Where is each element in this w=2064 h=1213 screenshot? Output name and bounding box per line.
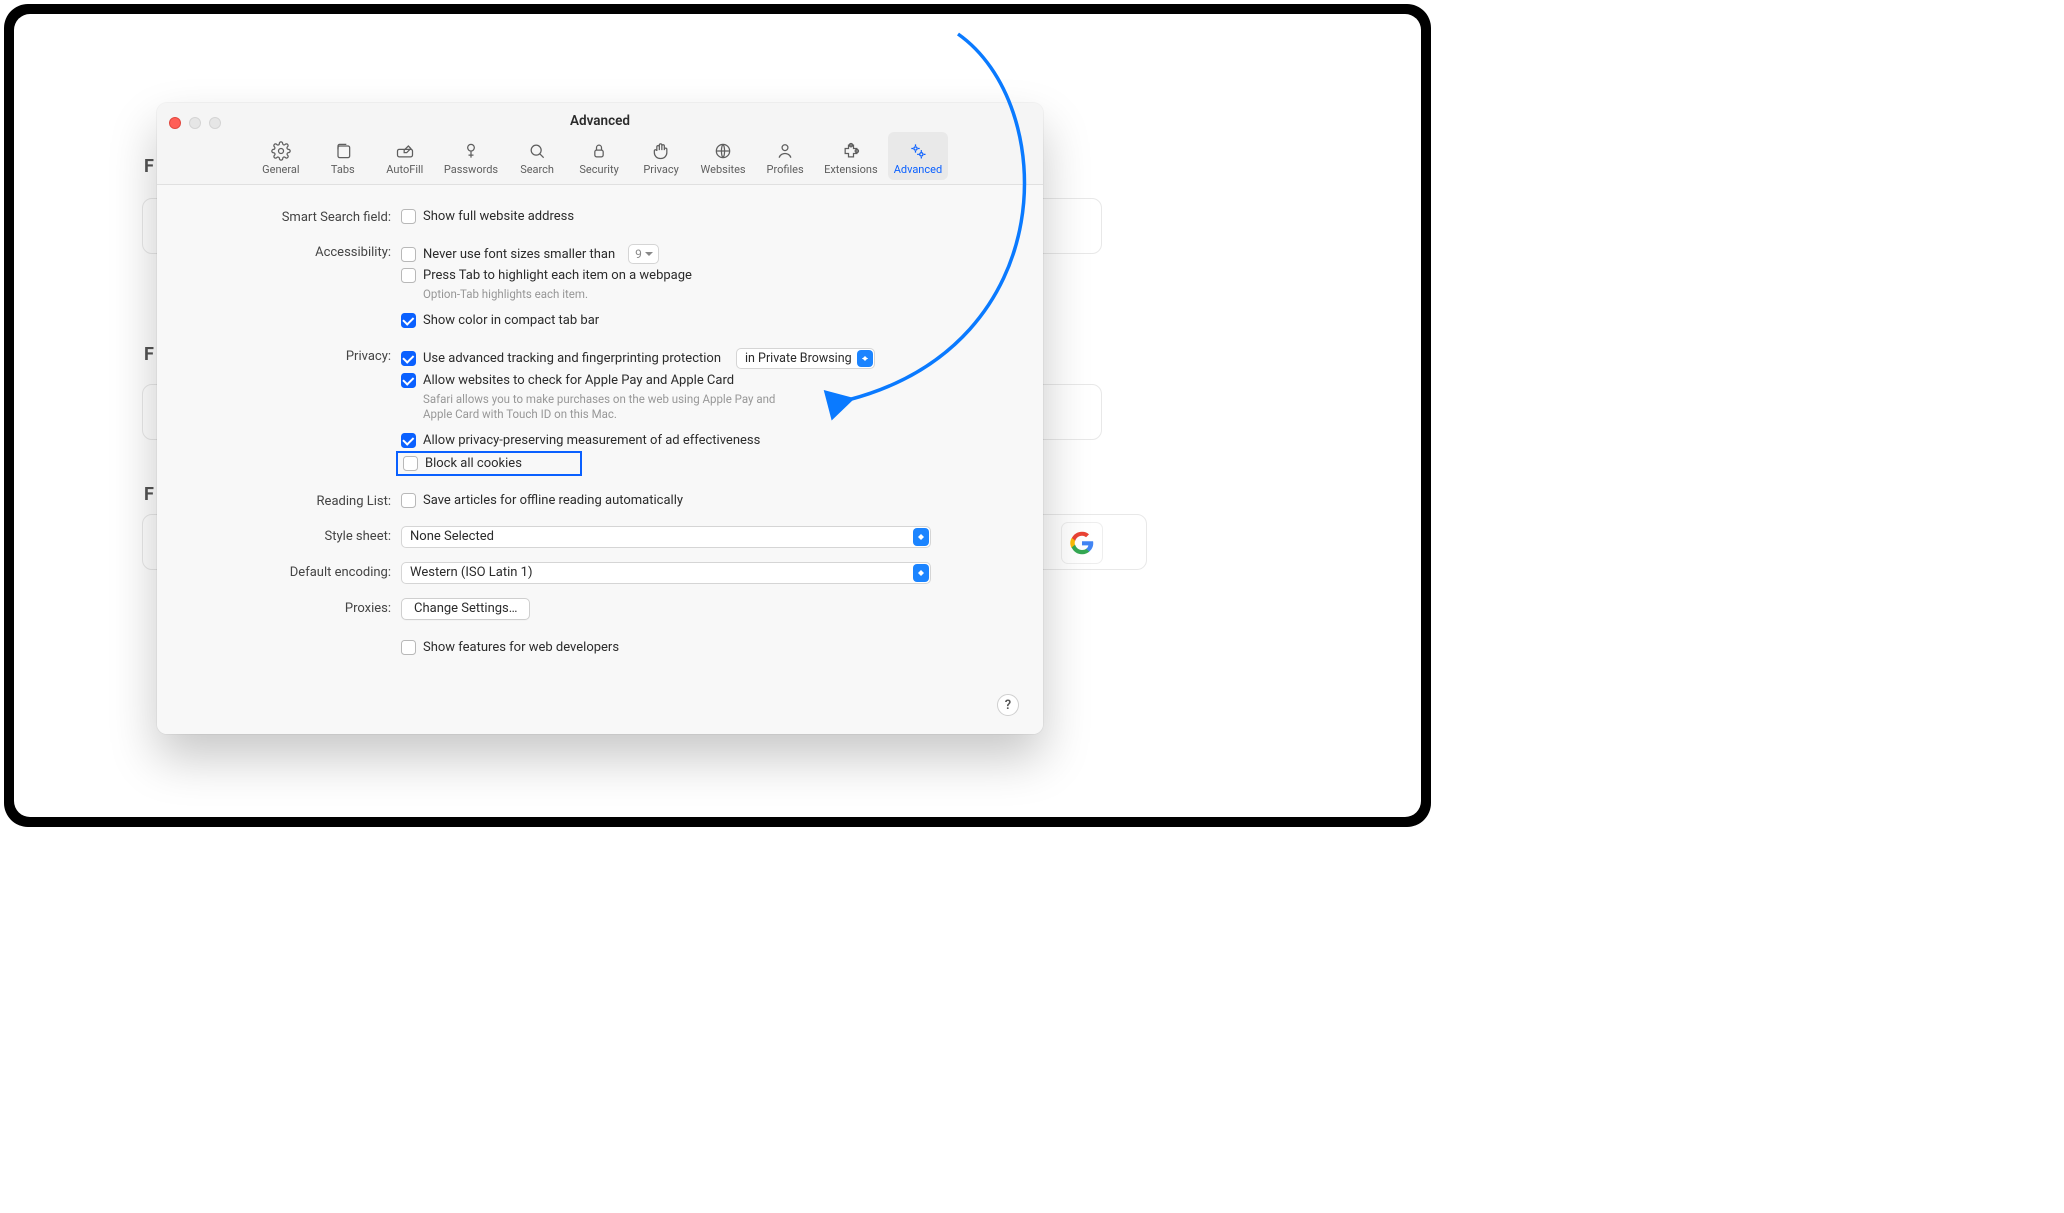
tab-label: Advanced	[894, 163, 942, 176]
background-letter: F	[144, 344, 154, 365]
gears-icon	[908, 141, 928, 161]
tab-label: Tabs	[331, 163, 355, 176]
zoom-window-button[interactable]	[209, 117, 221, 129]
show-full-address-text: Show full website address	[423, 209, 574, 224]
press-tab-checkbox[interactable]	[401, 268, 416, 283]
tab-label: Profiles	[767, 163, 804, 176]
apple-pay-checkbox[interactable]	[401, 373, 416, 388]
chevron-updown-icon	[913, 564, 929, 582]
chevron-updown-icon	[913, 528, 929, 546]
window-controls	[169, 117, 221, 129]
default-encoding-value: Western (ISO Latin 1)	[410, 565, 533, 580]
tab-label: Privacy	[643, 163, 679, 176]
style-sheet-label: Style sheet:	[181, 526, 401, 544]
block-cookies-checkbox[interactable]	[403, 456, 418, 471]
tab-general[interactable]: General	[252, 132, 310, 180]
min-font-size-checkbox[interactable]	[401, 247, 416, 262]
fingerprint-mode-value: in Private Browsing	[745, 351, 852, 366]
tab-extensions[interactable]: Extensions	[818, 132, 884, 180]
background-letter: F	[144, 484, 154, 505]
show-full-address-checkbox[interactable]	[401, 209, 416, 224]
tab-label: Security	[579, 163, 618, 176]
titlebar: Advanced General Tabs AutoFill Passwords	[157, 103, 1043, 185]
ad-measurement-text: Allow privacy-preserving measurement of …	[423, 433, 760, 448]
tab-label: General	[262, 163, 299, 176]
window-title: Advanced	[157, 103, 1043, 129]
tab-search[interactable]: Search	[508, 132, 566, 180]
background-letter: F	[144, 156, 154, 177]
tab-passwords[interactable]: Passwords	[438, 132, 504, 180]
tab-label: AutoFill	[386, 163, 423, 176]
tab-autofill[interactable]: AutoFill	[376, 132, 434, 180]
tab-privacy[interactable]: Privacy	[632, 132, 690, 180]
tabs-icon	[333, 141, 353, 161]
minimize-window-button[interactable]	[189, 117, 201, 129]
preferences-content: Smart Search field: Show full website ad…	[157, 185, 1043, 734]
tab-label: Passwords	[444, 163, 498, 176]
apple-pay-hint: Safari allows you to make purchases on t…	[401, 390, 781, 431]
dev-features-checkbox[interactable]	[401, 640, 416, 655]
pencil-box-icon	[395, 141, 415, 161]
default-encoding-select[interactable]: Western (ISO Latin 1)	[401, 562, 931, 584]
search-icon	[527, 141, 547, 161]
hand-icon	[651, 141, 671, 161]
tab-profiles[interactable]: Profiles	[756, 132, 814, 180]
press-tab-hint: Option-Tab highlights each item.	[401, 285, 931, 311]
dev-features-text: Show features for web developers	[423, 640, 619, 655]
ad-measurement-checkbox[interactable]	[401, 433, 416, 448]
close-window-button[interactable]	[169, 117, 181, 129]
tab-label: Search	[520, 163, 554, 176]
min-font-size-select[interactable]: 9	[628, 244, 659, 264]
compact-tab-color-text: Show color in compact tab bar	[423, 313, 599, 328]
accessibility-label: Accessibility:	[181, 242, 401, 260]
offline-reading-checkbox[interactable]	[401, 493, 416, 508]
chevron-updown-icon	[857, 350, 873, 367]
tab-label: Websites	[701, 163, 746, 176]
block-cookies-text: Block all cookies	[425, 456, 522, 471]
preferences-window: Advanced General Tabs AutoFill Passwords	[157, 103, 1043, 734]
preferences-tabs: General Tabs AutoFill Passwords Search	[157, 132, 1043, 180]
offline-reading-text: Save articles for offline reading automa…	[423, 493, 683, 508]
gear-icon	[271, 141, 291, 161]
change-proxy-settings-button[interactable]: Change Settings…	[401, 598, 530, 620]
globe-icon	[713, 141, 733, 161]
key-icon	[461, 141, 481, 161]
fingerprint-protection-checkbox[interactable]	[401, 351, 416, 366]
tab-label: Extensions	[824, 163, 878, 176]
tab-security[interactable]: Security	[570, 132, 628, 180]
lock-icon	[589, 141, 609, 161]
fingerprint-protection-text: Use advanced tracking and fingerprinting…	[423, 351, 721, 366]
tab-advanced[interactable]: Advanced	[888, 132, 948, 180]
fingerprint-protection-mode-select[interactable]: in Private Browsing	[736, 348, 875, 369]
google-icon	[1062, 523, 1102, 563]
block-cookies-highlight: Block all cookies	[396, 451, 582, 476]
safari-advanced-preferences-screenshot: F F F Advanced General	[4, 4, 1431, 827]
min-font-size-text: Never use font sizes smaller than	[423, 247, 615, 262]
tab-websites[interactable]: Websites	[694, 132, 752, 180]
style-sheet-select[interactable]: None Selected	[401, 526, 931, 548]
tab-tabs[interactable]: Tabs	[314, 132, 372, 180]
default-encoding-label: Default encoding:	[181, 562, 401, 580]
person-icon	[775, 141, 795, 161]
apple-pay-text: Allow websites to check for Apple Pay an…	[423, 373, 734, 388]
reading-list-label: Reading List:	[181, 491, 401, 509]
smart-search-label: Smart Search field:	[181, 207, 401, 225]
help-button[interactable]: ?	[997, 694, 1019, 716]
style-sheet-value: None Selected	[410, 529, 494, 544]
compact-tab-color-checkbox[interactable]	[401, 313, 416, 328]
puzzle-icon	[841, 141, 861, 161]
press-tab-text: Press Tab to highlight each item on a we…	[423, 268, 692, 283]
proxies-label: Proxies:	[181, 598, 401, 616]
privacy-label: Privacy:	[181, 346, 401, 364]
